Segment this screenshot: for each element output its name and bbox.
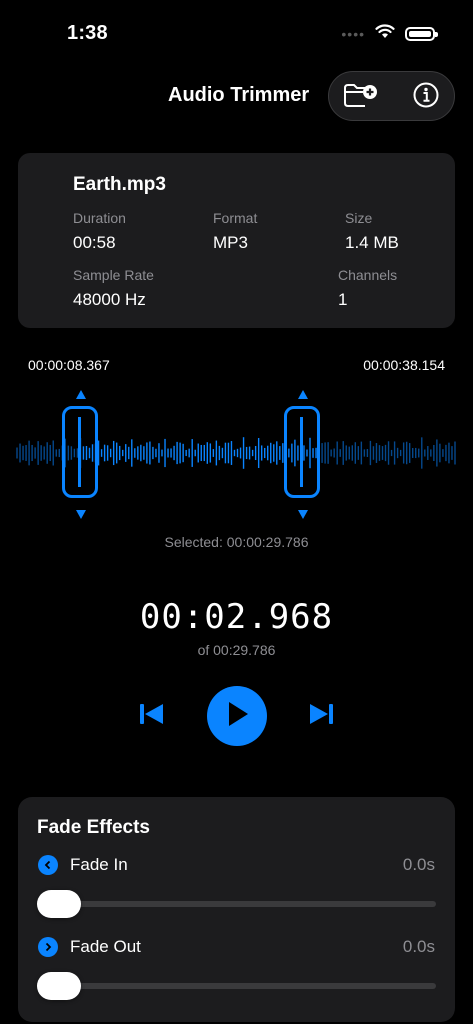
selected-duration: Selected: 00:00:29.786 [164, 534, 309, 550]
channels-label: Channels [338, 267, 398, 283]
toolbar-pill [328, 71, 455, 121]
size-label: Size [345, 210, 373, 226]
trim-start-time: 00:00:08.367 [28, 357, 110, 373]
format-value: MP3 [213, 233, 248, 252]
trim-end-up-arrow-icon [298, 390, 308, 399]
fade-effects-title: Fade Effects [37, 817, 150, 838]
play-icon [225, 701, 249, 732]
battery-icon [405, 27, 438, 41]
format-label: Format [213, 210, 258, 226]
cellular-signal-icon: •••• [341, 26, 365, 42]
fade-out-label: Fade Out [70, 937, 141, 956]
info-icon [412, 81, 440, 114]
page-title: Audio Trimmer [168, 84, 310, 106]
file-name: Earth.mp3 [73, 174, 166, 195]
fade-out-value: 0.0s [402, 937, 435, 956]
skip-back-icon [139, 703, 165, 730]
trim-start-down-arrow-icon [76, 510, 86, 519]
trim-start-up-arrow-icon [76, 390, 86, 399]
chevron-right-icon [38, 937, 58, 957]
fade-out-slider-thumb[interactable] [37, 972, 81, 1000]
play-button[interactable] [207, 686, 267, 746]
duration-label: Duration [73, 210, 126, 226]
sample-rate-value: 48000 Hz [73, 290, 146, 309]
trim-end-handle[interactable] [284, 406, 320, 498]
fade-in-label: Fade In [70, 855, 128, 874]
skip-back-button[interactable] [138, 702, 166, 730]
skip-forward-button[interactable] [307, 702, 335, 730]
total-time: of 00:29.786 [197, 642, 276, 658]
info-button[interactable] [409, 80, 443, 114]
current-time: 00:02.968 [139, 597, 334, 637]
size-value: 1.4 MB [345, 233, 399, 252]
wifi-icon [375, 24, 395, 44]
fade-in-slider[interactable] [37, 901, 436, 907]
trim-end-time: 00:00:38.154 [363, 357, 445, 373]
trim-end-down-arrow-icon [298, 510, 308, 519]
fade-out-slider[interactable] [37, 983, 436, 989]
skip-forward-icon [308, 703, 334, 730]
chevron-left-icon [38, 855, 58, 875]
trim-start-handle[interactable] [62, 406, 98, 498]
status-icons: •••• [341, 24, 438, 44]
add-folder-button[interactable] [343, 80, 377, 114]
duration-value: 00:58 [73, 233, 116, 252]
fade-in-value: 0.0s [402, 855, 435, 874]
sample-rate-label: Sample Rate [73, 267, 154, 283]
channels-value: 1 [338, 290, 348, 309]
status-time: 1:38 [67, 22, 108, 44]
fade-in-slider-thumb[interactable] [37, 890, 81, 918]
folder-plus-icon [343, 81, 377, 114]
